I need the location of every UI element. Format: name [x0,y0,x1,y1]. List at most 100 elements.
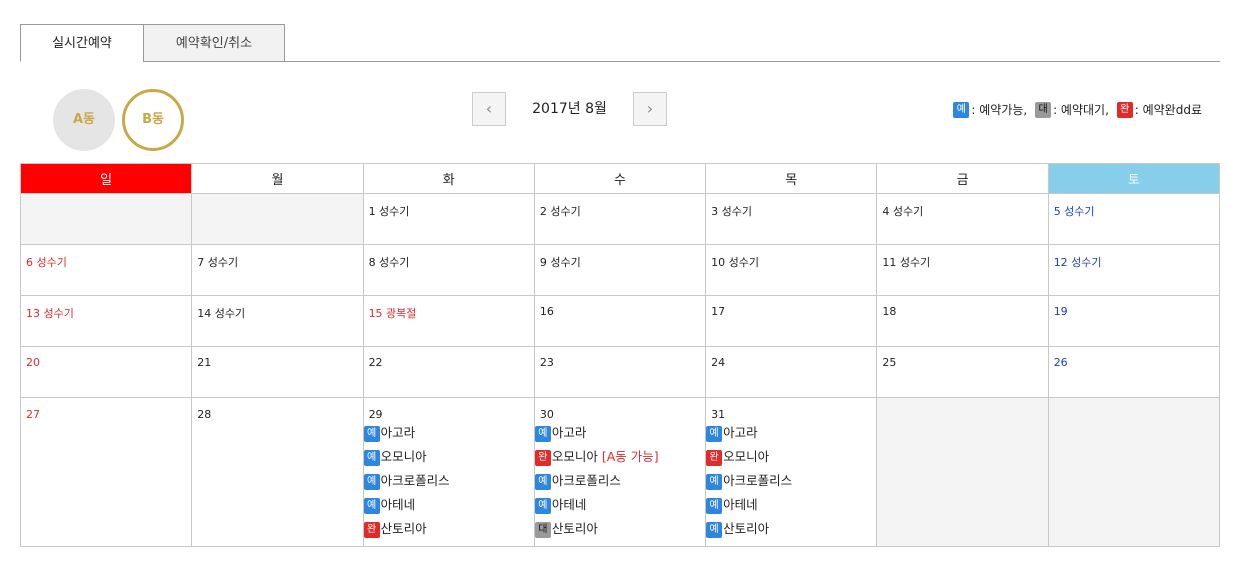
status-badge: 예 [706,497,723,514]
day-cell[interactable]: 11 성수기 [876,244,1049,296]
reservation-item[interactable]: 예 아테네 [363,493,529,517]
weekday-thu: 목 [705,163,878,194]
day-cell[interactable]: 5 성수기 [1047,193,1221,245]
status-badge: 예 [534,473,551,490]
next-month-button[interactable]: › [633,92,667,126]
reservation-list: 예 아고라 완 오모니아 예 아크로폴리스 예 아테네 예 산토리아 [706,421,871,541]
day-cell[interactable]: 30 예 아고라 완 오모니아 [A동 가능] 예 아크로폴리스 예 아테네 대 산토리아 [533,397,707,547]
reservation-item[interactable]: 예 아크로폴리스 [534,469,700,493]
day-cell[interactable]: 17 [705,295,878,347]
day-cell-empty [191,193,364,245]
day-cell[interactable]: 31 예 아고라 완 오모니아 예 아크로폴리스 예 아테네 예 산토리아 [705,397,878,547]
day-label: 28 [197,408,212,421]
status-badge: 완 [534,449,551,466]
reservation-item[interactable]: 예 아고라 [363,421,529,445]
prev-month-button[interactable]: ‹ [472,92,506,126]
day-label: 8 성수기 [368,256,410,269]
day-label: 5 성수기 [1053,205,1095,218]
available-badge: 예 [953,101,970,118]
room-name: 산토리아 [380,521,427,536]
day-label: 4 성수기 [882,205,924,218]
reservation-item[interactable]: 예 아크로폴리스 [363,469,529,493]
day-cell[interactable]: 9 성수기 [533,244,707,296]
status-badge: 예 [534,497,551,514]
reservation-item[interactable]: 예 아테네 [706,493,871,517]
room-name: 아크로폴리스 [380,473,450,488]
reservation-item[interactable]: 예 아크로폴리스 [706,469,871,493]
day-label: 31 [711,408,726,421]
status-badge: 예 [534,425,551,442]
legend-done-text: : 예약완dd료 [1134,103,1202,117]
day-cell[interactable]: 14 성수기 [191,295,364,347]
day-cell[interactable]: 4 성수기 [876,193,1049,245]
status-badge: 완 [706,449,723,466]
day-cell[interactable]: 6 성수기 [19,244,193,296]
reservation-item[interactable]: 예 아고라 [534,421,700,445]
day-cell[interactable]: 19 [1047,295,1221,347]
weekday-sun: 일 [19,163,193,194]
day-cell[interactable]: 20 [19,346,193,398]
building-a-button[interactable]: A동 [53,89,115,151]
day-cell[interactable]: 21 [191,346,364,398]
weekday-mon: 월 [191,163,364,194]
day-label: 10 성수기 [711,256,759,269]
reservation-item[interactable]: 대 산토리아 [534,517,700,541]
reservation-item[interactable]: 예 오모니아 [363,445,529,469]
reservation-item[interactable]: 예 산토리아 [706,517,871,541]
room-name: 아고라 [723,425,758,440]
tab-reservation-check-cancel[interactable]: 예약확인/취소 [143,24,285,62]
day-label: 19 [1053,305,1068,318]
room-name: 산토리아 [723,521,770,536]
day-label: 18 [882,305,897,318]
day-label: 25 [882,356,897,369]
status-badge: 예 [363,425,380,442]
building-b-button[interactable]: B동 [122,89,184,151]
reservation-item[interactable]: 예 아테네 [534,493,700,517]
day-cell[interactable]: 27 [19,397,193,547]
legend-available-text: : 예약가능, [971,103,1028,117]
day-cell[interactable]: 13 성수기 [19,295,193,347]
day-label: 16 [539,305,554,318]
day-label: 1 성수기 [368,205,410,218]
tab-realtime-reservation[interactable]: 실시간예약 [20,24,144,62]
day-cell[interactable]: 24 [705,346,878,398]
room-name: 오모니아 [380,449,427,464]
day-cell[interactable]: 15 광복절 [362,295,535,347]
day-label: 26 [1053,356,1068,369]
day-cell[interactable]: 16 [533,295,707,347]
day-cell[interactable]: 23 [533,346,707,398]
day-cell[interactable]: 8 성수기 [362,244,535,296]
chevron-right-icon: › [646,99,654,118]
day-cell[interactable]: 2 성수기 [533,193,707,245]
day-cell[interactable]: 26 [1047,346,1221,398]
day-cell[interactable]: 28 [191,397,364,547]
weekday-sat: 토 [1047,163,1221,194]
day-label: 3 성수기 [711,205,752,218]
day-cell[interactable]: 29 예 아고라 예 오모니아 예 아크로폴리스 예 아테네 완 산토리아 [362,397,535,547]
room-name: 아테네 [723,497,758,512]
day-cell[interactable]: 3 성수기 [705,193,878,245]
day-cell[interactable]: 1 성수기 [362,193,535,245]
room-name: 아크로폴리스 [723,473,793,488]
day-cell-empty [876,397,1049,547]
day-label: 6 성수기 [26,256,67,269]
reservation-item[interactable]: 예 아고라 [706,421,871,445]
day-label: 13 성수기 [26,307,74,320]
day-cell[interactable]: 12 성수기 [1047,244,1221,296]
day-label: 20 [26,356,40,369]
day-cell-empty [19,193,193,245]
room-name: 오모니아 [551,449,598,464]
status-legend: 예: 예약가능, 대: 예약대기, 완: 예약완dd료 [953,101,1206,118]
day-cell[interactable]: 25 [876,346,1049,398]
day-label: 24 [711,356,726,369]
day-cell[interactable]: 18 [876,295,1049,347]
day-cell[interactable]: 10 성수기 [705,244,878,296]
day-label: 23 [539,356,554,369]
availability-note: [A동 가능] [597,449,659,464]
reservation-item[interactable]: 완 오모니아 [A동 가능] [534,445,700,469]
room-name: 아크로폴리스 [551,473,621,488]
day-cell[interactable]: 7 성수기 [191,244,364,296]
reservation-item[interactable]: 완 오모니아 [706,445,871,469]
reservation-item[interactable]: 완 산토리아 [363,517,529,541]
day-cell[interactable]: 22 [362,346,535,398]
